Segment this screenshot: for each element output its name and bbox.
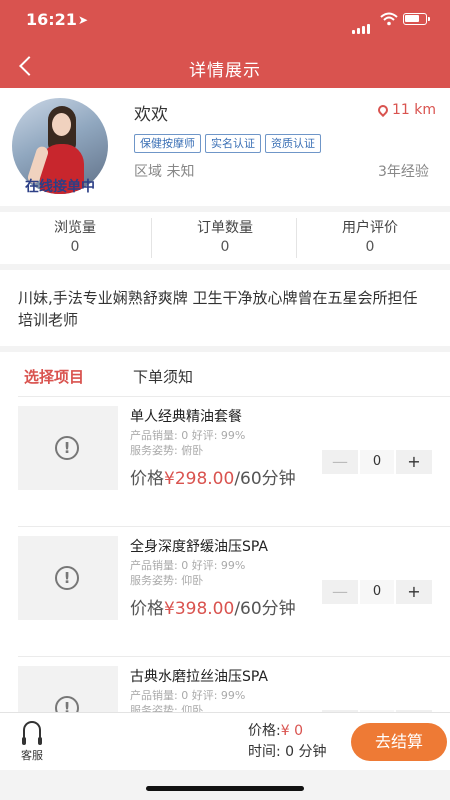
stat-value: 0	[220, 239, 230, 255]
service-image: !	[18, 666, 118, 712]
total-time-label: 时间:	[248, 744, 281, 760]
quantity-value: 0	[360, 450, 394, 474]
online-status: 在线接单中	[25, 179, 95, 195]
home-indicator[interactable]	[146, 786, 304, 791]
wifi-icon	[380, 12, 398, 26]
checkout-bar: 客服 价格:¥ 0 时间: 0 分钟 去结算	[0, 712, 450, 770]
stat-label: 订单数量	[197, 220, 253, 236]
service-image: !	[18, 536, 118, 620]
signal-icon	[352, 15, 372, 34]
quantity-value: 0	[360, 580, 394, 604]
headset-icon	[22, 721, 42, 745]
service-item[interactable]: ! 全身深度舒缓油压SPA 产品销量: 0 好评: 99% 服务姿势: 仰卧 价…	[0, 526, 450, 656]
app-header: 16:21 ➤ 详情展示	[0, 0, 450, 88]
badge-list: 保健按摩师 实名认证 资质认证	[134, 132, 325, 153]
increase-button[interactable]: +	[396, 450, 432, 474]
quantity-stepper: — 0 +	[322, 580, 432, 604]
stats-bar: 浏览量 0 订单数量 0 用户评价 0	[0, 212, 450, 264]
service-name: 单人经典精油套餐	[130, 409, 242, 425]
decrease-button[interactable]: —	[322, 580, 358, 604]
badge-massage-therapist: 保健按摩师	[134, 134, 201, 153]
service-sales: 产品销量: 0 好评: 99%	[130, 689, 246, 702]
service-sales: 产品销量: 0 好评: 99%	[130, 559, 246, 572]
customer-service-button[interactable]: 客服	[14, 721, 50, 765]
total-time: 时间: 0 分钟	[248, 742, 327, 763]
service-item[interactable]: ! 古典水磨拉丝油压SPA 产品销量: 0 好评: 99% 服务姿势: 仰卧 —…	[0, 656, 450, 712]
quantity-stepper: — 0 +	[322, 450, 432, 474]
service-posture: 服务姿势: 仰卧	[130, 574, 204, 587]
stat-value: 0	[365, 239, 375, 255]
tab-select-service[interactable]: 选择项目	[24, 366, 84, 387]
service-name: 全身深度舒缓油压SPA	[130, 539, 269, 555]
battery-icon	[403, 13, 430, 25]
total-time-value: 0 分钟	[285, 744, 327, 760]
distance: 11 km	[375, 102, 437, 118]
service-price: 价格¥398.00/60分钟	[130, 599, 296, 619]
stat-label: 用户评价	[342, 220, 398, 236]
stat-views: 浏览量 0	[0, 212, 150, 264]
stat-value: 0	[70, 239, 80, 255]
service-posture: 服务姿势: 仰卧	[130, 704, 204, 712]
increase-button[interactable]: +	[396, 580, 432, 604]
total-price-label: 价格:	[248, 723, 281, 739]
service-sales: 产品销量: 0 好评: 99%	[130, 429, 246, 442]
status-bar: 16:21 ➤	[0, 0, 450, 44]
alert-icon: !	[55, 696, 79, 712]
service-price: 价格¥298.00/60分钟	[130, 469, 296, 489]
service-area: 区域 未知	[134, 164, 195, 180]
badge-real-name: 实名认证	[205, 134, 261, 153]
service-image: !	[18, 406, 118, 490]
customer-service-label: 客服	[21, 749, 43, 762]
page-title: 详情展示	[189, 61, 261, 81]
service-name: 古典水磨拉丝油压SPA	[130, 669, 269, 685]
checkout-button[interactable]: 去结算	[351, 723, 447, 761]
location-arrow-icon: ➤	[78, 13, 89, 27]
badge-qualification: 资质认证	[265, 134, 321, 153]
therapist-name: 欢欢	[134, 105, 168, 125]
tab-order-notice[interactable]: 下单须知	[133, 366, 193, 387]
stat-reviews: 用户评价 0	[295, 212, 445, 264]
stat-label: 浏览量	[54, 220, 96, 236]
service-item[interactable]: ! 单人经典精油套餐 产品销量: 0 好评: 99% 服务姿势: 俯卧 价格¥2…	[0, 396, 450, 526]
profile-card: 在线接单中 欢欢 11 km 保健按摩师 实名认证 资质认证 区域 未知 3年经验	[0, 88, 450, 206]
service-posture: 服务姿势: 俯卧	[130, 444, 204, 457]
tab-bar: 选择项目 下单须知	[0, 352, 450, 396]
order-summary: 价格:¥ 0 时间: 0 分钟	[248, 721, 327, 763]
total-price: 价格:¥ 0	[248, 721, 327, 742]
experience: 3年经验	[378, 164, 429, 180]
location-pin-icon	[375, 102, 391, 118]
service-list[interactable]: ! 单人经典精油套餐 产品销量: 0 好评: 99% 服务姿势: 俯卧 价格¥2…	[0, 396, 450, 712]
stat-orders: 订单数量 0	[150, 212, 300, 264]
alert-icon: !	[55, 436, 79, 460]
alert-icon: !	[55, 566, 79, 590]
decrease-button[interactable]: —	[322, 450, 358, 474]
status-time: 16:21	[26, 10, 77, 29]
distance-value: 11 km	[392, 102, 437, 118]
total-price-value: ¥ 0	[280, 723, 303, 739]
therapist-description: 川妹,手法专业娴熟舒爽牌 卫生干净放心牌曾在五星会所担任培训老师	[0, 270, 450, 346]
